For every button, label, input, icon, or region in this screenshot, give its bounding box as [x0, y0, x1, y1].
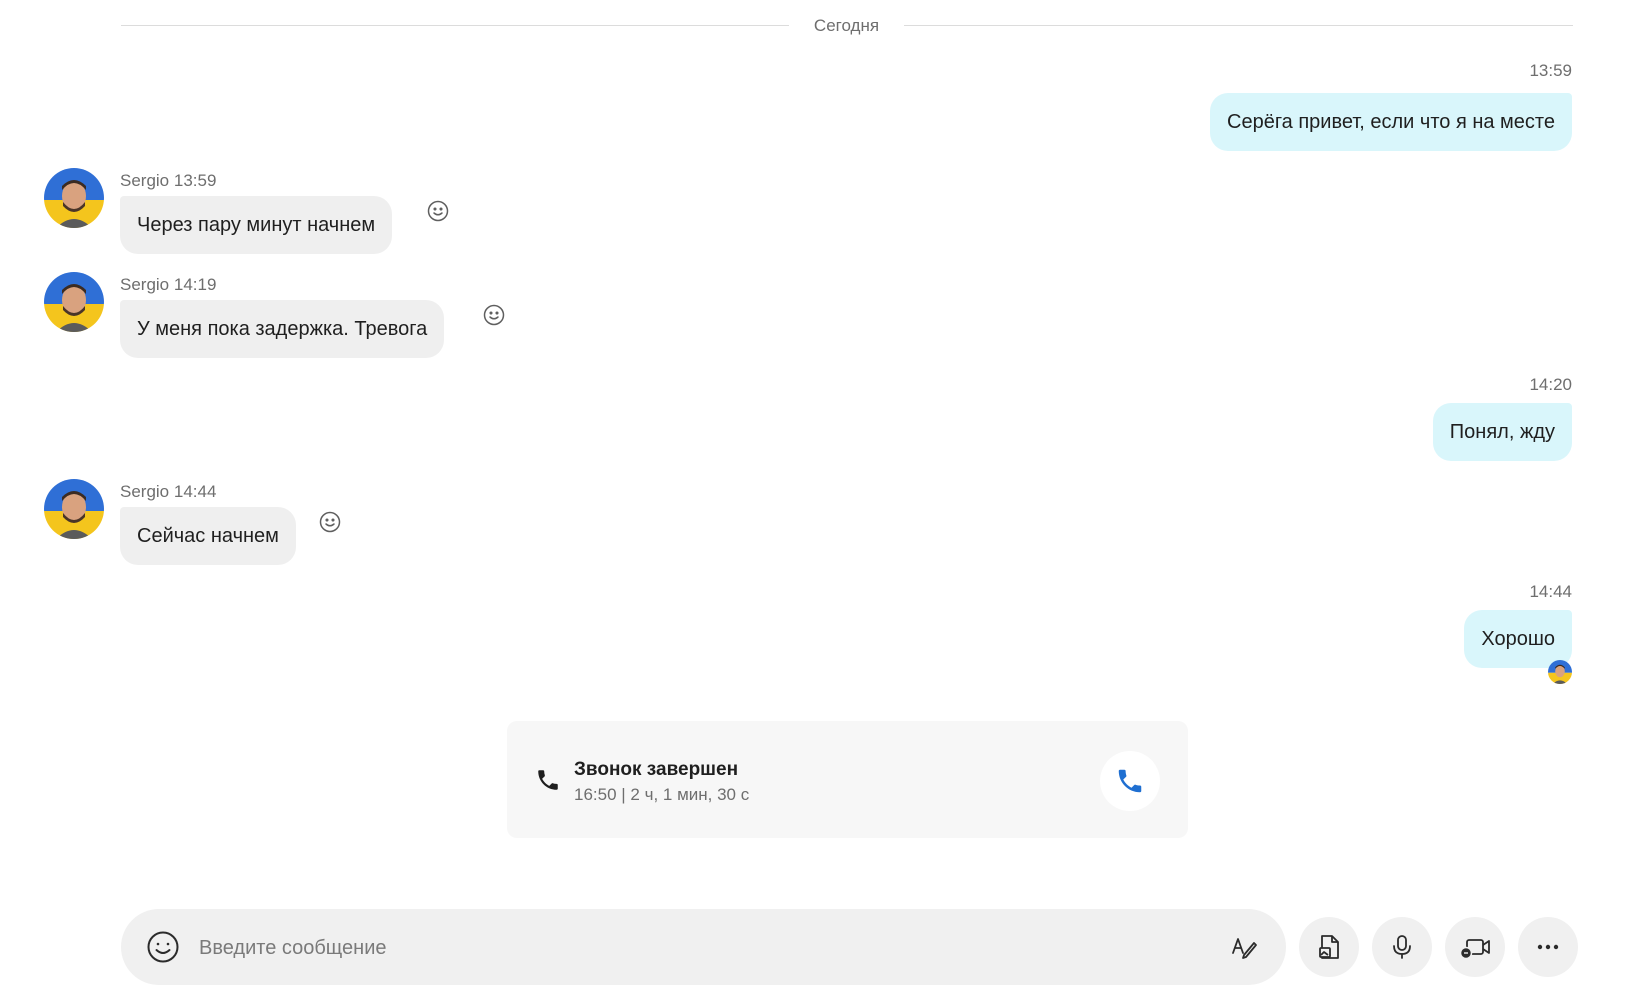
message-composer: [121, 909, 1286, 985]
share-file-button[interactable]: [1299, 917, 1359, 977]
smiley-icon[interactable]: [317, 509, 343, 535]
incoming-message[interactable]: У меня пока задержка. Тревога: [120, 300, 445, 358]
emoji-button[interactable]: [143, 927, 183, 967]
avatar[interactable]: [44, 479, 104, 539]
voice-message-button[interactable]: [1372, 917, 1432, 977]
sender-meta: Sergio 14:44: [120, 482, 217, 501]
text-format-button[interactable]: [1224, 927, 1264, 967]
microphone-icon: [1393, 935, 1411, 959]
call-title: Звонок завершен: [574, 759, 739, 780]
outgoing-message[interactable]: Серёга привет, если что я на месте: [1210, 93, 1572, 151]
smiley-icon: [147, 931, 179, 963]
video-message-button[interactable]: [1445, 917, 1505, 977]
chat-view: Сегодня 13:59 Серёга привет, если что я …: [0, 0, 1649, 998]
smiley-icon[interactable]: [481, 302, 507, 328]
message-input[interactable]: [197, 927, 1201, 969]
more-icon: [1537, 944, 1559, 950]
text-format-icon: [1232, 938, 1257, 959]
divider-line: [904, 25, 1573, 26]
incoming-message[interactable]: Через пару минут начнем: [120, 196, 393, 254]
message-timestamp: 14:20: [1529, 375, 1572, 394]
outgoing-message[interactable]: Хорошо: [1464, 610, 1572, 668]
incoming-message[interactable]: Сейчас начнем: [120, 507, 296, 565]
call-ended-card: Звонок завершен 16:50 | 2 ч, 1 мин, 30 с: [507, 721, 1188, 838]
phone-icon: [535, 765, 561, 795]
date-divider-label: Сегодня: [813, 16, 880, 35]
outgoing-message[interactable]: Понял, жду: [1432, 403, 1572, 461]
date-divider: Сегодня: [121, 14, 1573, 38]
call-back-button[interactable]: [1100, 751, 1160, 811]
sender-meta: Sergio 14:19: [120, 275, 217, 294]
message-timestamp: 14:44: [1529, 582, 1572, 601]
more-options-button[interactable]: [1518, 917, 1578, 977]
avatar[interactable]: [44, 168, 104, 228]
file-image-icon: [1319, 935, 1339, 959]
call-details: 16:50 | 2 ч, 1 мин, 30 с: [574, 785, 750, 804]
phone-icon: [1118, 769, 1142, 793]
smiley-icon[interactable]: [425, 198, 451, 224]
read-receipt-avatar: [1548, 660, 1572, 684]
avatar[interactable]: [44, 272, 104, 332]
message-timestamp: 13:59: [1529, 61, 1572, 80]
video-message-icon: [1459, 939, 1490, 960]
divider-line: [121, 25, 789, 26]
sender-meta: Sergio 13:59: [120, 171, 217, 190]
